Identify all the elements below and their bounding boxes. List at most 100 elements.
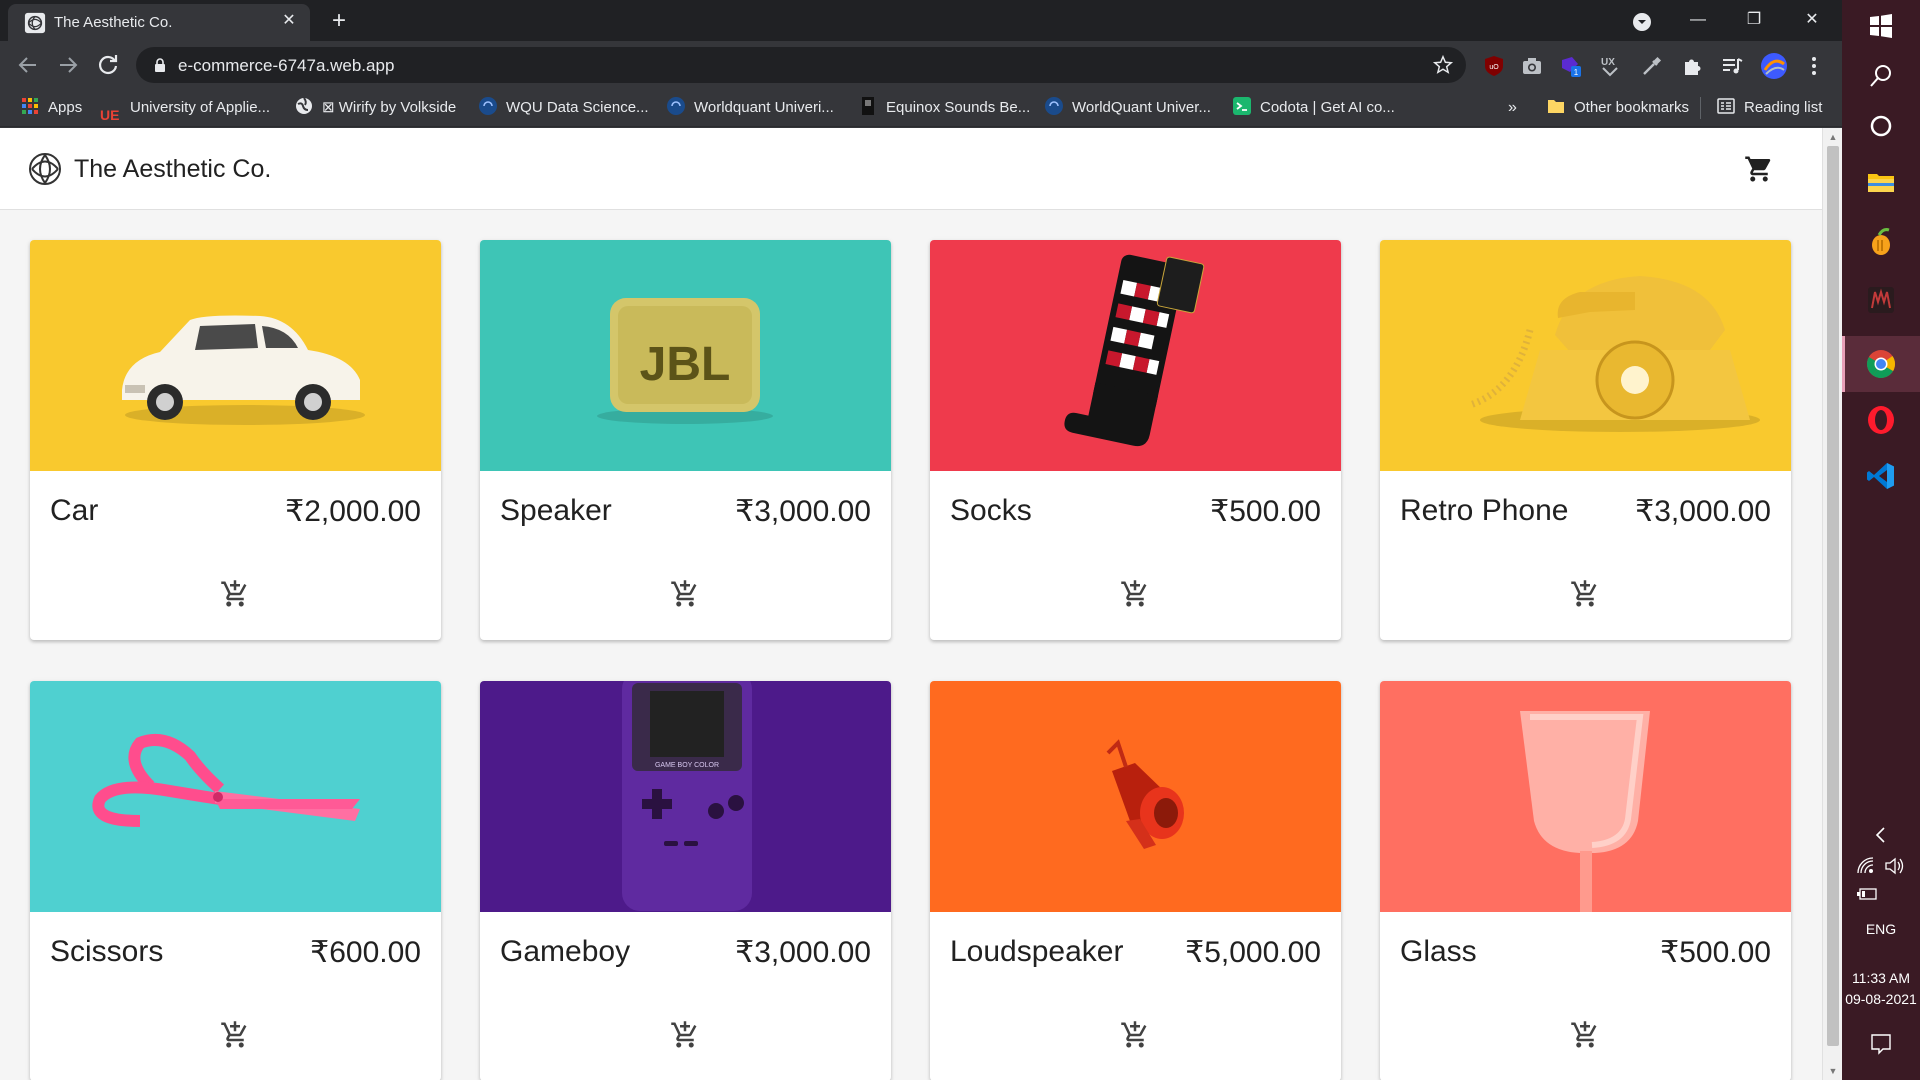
bookmark-star-icon[interactable] [1432,54,1454,76]
product-card[interactable]: Socks ₹500.00 [930,240,1341,640]
new-tab-button[interactable]: + [324,6,354,36]
product-price: ₹2,000.00 [285,495,421,528]
browser-menu-icon[interactable] [1802,54,1826,78]
fl-studio-icon[interactable] [1865,226,1897,258]
add-to-cart-icon[interactable] [670,1020,700,1050]
bookmark-wirify[interactable]: ⊠ Wirify by Volkside [294,89,456,127]
page-scrollbar[interactable]: ▲ ▼ [1822,128,1842,1080]
bookmark-label: Apps [48,99,83,116]
forward-icon[interactable] [52,49,84,81]
worldquant-icon [667,97,685,116]
product-price: ₹600.00 [310,936,421,969]
volume-icon[interactable] [1884,856,1906,876]
extension-badge-icon[interactable]: 1 [1558,54,1582,78]
windows-icon[interactable] [1865,10,1897,42]
bookmark-equinox[interactable]: Equinox Sounds Be... [858,89,1030,127]
product-name: Socks [950,494,1032,527]
equinox-icon [862,97,874,116]
reading-list-button[interactable]: Reading list [1716,89,1822,127]
bookmarks-overflow-button[interactable]: » [1508,89,1517,127]
gameboy-label: GAME BOY COLOR [655,762,719,769]
bookmark-label: Reading list [1744,99,1823,116]
scissors-image [30,681,441,912]
url-text[interactable]: e-commerce-6747a.web.app [178,56,394,76]
eyedropper-icon[interactable] [1640,54,1664,78]
product-name: Speaker [500,494,612,527]
vscode-icon[interactable] [1865,460,1897,492]
cortana-icon[interactable] [1865,110,1897,142]
product-card[interactable]: JBL Speaker ₹3,000.00 [480,240,891,640]
scroll-down-arrow[interactable]: ▼ [1827,1065,1839,1077]
product-card[interactable]: Car ₹2,000.00 [30,240,441,640]
bookmark-wqu-ds[interactable]: WQU Data Science... [478,89,649,127]
reload-icon[interactable] [92,49,124,81]
clock-time[interactable]: 11:33 AM [1842,970,1920,986]
reading-list-icon [1717,98,1735,114]
scroll-up-arrow[interactable]: ▲ [1827,131,1839,143]
product-card[interactable]: Loudspeaker ₹5,000.00 [930,681,1341,1080]
svg-text:UX: UX [1601,57,1615,68]
gameboy-image: GAME BOY COLOR [480,681,891,912]
media-playlist-icon[interactable] [1720,54,1744,78]
restore-button[interactable]: ❐ [1734,4,1774,36]
tab-strip: The Aesthetic Co. ✕ + — ❐ ✕ [0,0,1842,41]
browser-tab[interactable]: The Aesthetic Co. ✕ [8,4,310,41]
predator-icon[interactable] [1865,284,1897,316]
search-icon[interactable] [1865,60,1897,92]
product-card[interactable]: GAME BOY COLOR Gameboy ₹3,000.00 [480,681,891,1080]
profile-avatar-icon[interactable] [1760,52,1788,80]
add-to-cart-icon[interactable] [220,1020,250,1050]
shopping-cart-icon[interactable] [1744,154,1774,184]
loudspeaker-image [930,681,1341,912]
add-to-cart-icon[interactable] [670,579,700,609]
bookmark-worldquant-2[interactable]: WorldQuant Univer... [1044,89,1211,127]
speaker-image: JBL [480,240,891,471]
aesthetic-logo-icon [24,12,46,34]
add-to-cart-icon[interactable] [1120,579,1150,609]
minimize-button[interactable]: — [1678,4,1718,36]
chevron-left-icon[interactable] [1870,824,1892,846]
product-card[interactable]: Scissors ₹600.00 [30,681,441,1080]
ublock-icon[interactable]: uO [1482,54,1506,78]
bookmark-codota[interactable]: Codota | Get AI co... [1232,89,1395,127]
phone-image [1380,240,1791,471]
product-name: Scissors [50,935,164,968]
extensions-puzzle-icon[interactable] [1680,54,1704,78]
extension-badge-count: 1 [1574,68,1579,77]
tab-search-icon[interactable] [1630,10,1654,34]
add-to-cart-icon[interactable] [1120,1020,1150,1050]
notification-center-icon[interactable] [1869,1032,1893,1056]
bookmark-label: Codota | Get AI co... [1260,99,1395,116]
add-to-cart-icon[interactable] [1570,1020,1600,1050]
product-card[interactable]: Glass ₹500.00 [1380,681,1791,1080]
bookmark-university[interactable]: UE University of Applie... [100,89,270,127]
bookmark-worldquant-1[interactable]: Worldquant Univeri... [666,89,834,127]
scrollbar-thumb[interactable] [1827,146,1839,1046]
bookmark-label: WorldQuant Univer... [1072,99,1211,116]
close-tab-icon[interactable]: ✕ [278,10,300,32]
bookmark-label: WQU Data Science... [506,99,649,116]
close-window-button[interactable]: ✕ [1792,4,1832,36]
battery-icon[interactable] [1856,886,1878,902]
back-icon[interactable] [12,49,44,81]
opera-icon[interactable] [1865,404,1897,436]
bookmark-apps[interactable]: Apps [20,89,82,127]
product-card[interactable]: Retro Phone ₹3,000.00 [1380,240,1791,640]
camera-icon[interactable] [1520,54,1544,78]
add-to-cart-icon[interactable] [220,579,250,609]
product-name: Car [50,494,99,527]
codota-icon [1233,97,1251,116]
file-explorer-icon[interactable] [1865,166,1897,198]
lock-icon[interactable] [152,57,168,73]
add-to-cart-icon[interactable] [1570,579,1600,609]
language-indicator[interactable]: ENG [1842,921,1920,937]
clock-date[interactable]: 09-08-2021 [1842,991,1920,1007]
brand-name[interactable]: The Aesthetic Co. [74,155,271,184]
bookmarks-bar: Apps UE University of Applie... ⊠ Wirify … [0,89,1842,127]
ux-extension-icon[interactable]: UX [1598,54,1622,78]
address-bar[interactable]: e-commerce-6747a.web.app [136,47,1466,83]
other-bookmarks-folder[interactable]: Other bookmarks [1546,89,1689,127]
chrome-icon[interactable] [1865,348,1897,380]
wifi-icon[interactable] [1856,856,1876,876]
aesthetic-logo-icon[interactable] [28,152,62,186]
